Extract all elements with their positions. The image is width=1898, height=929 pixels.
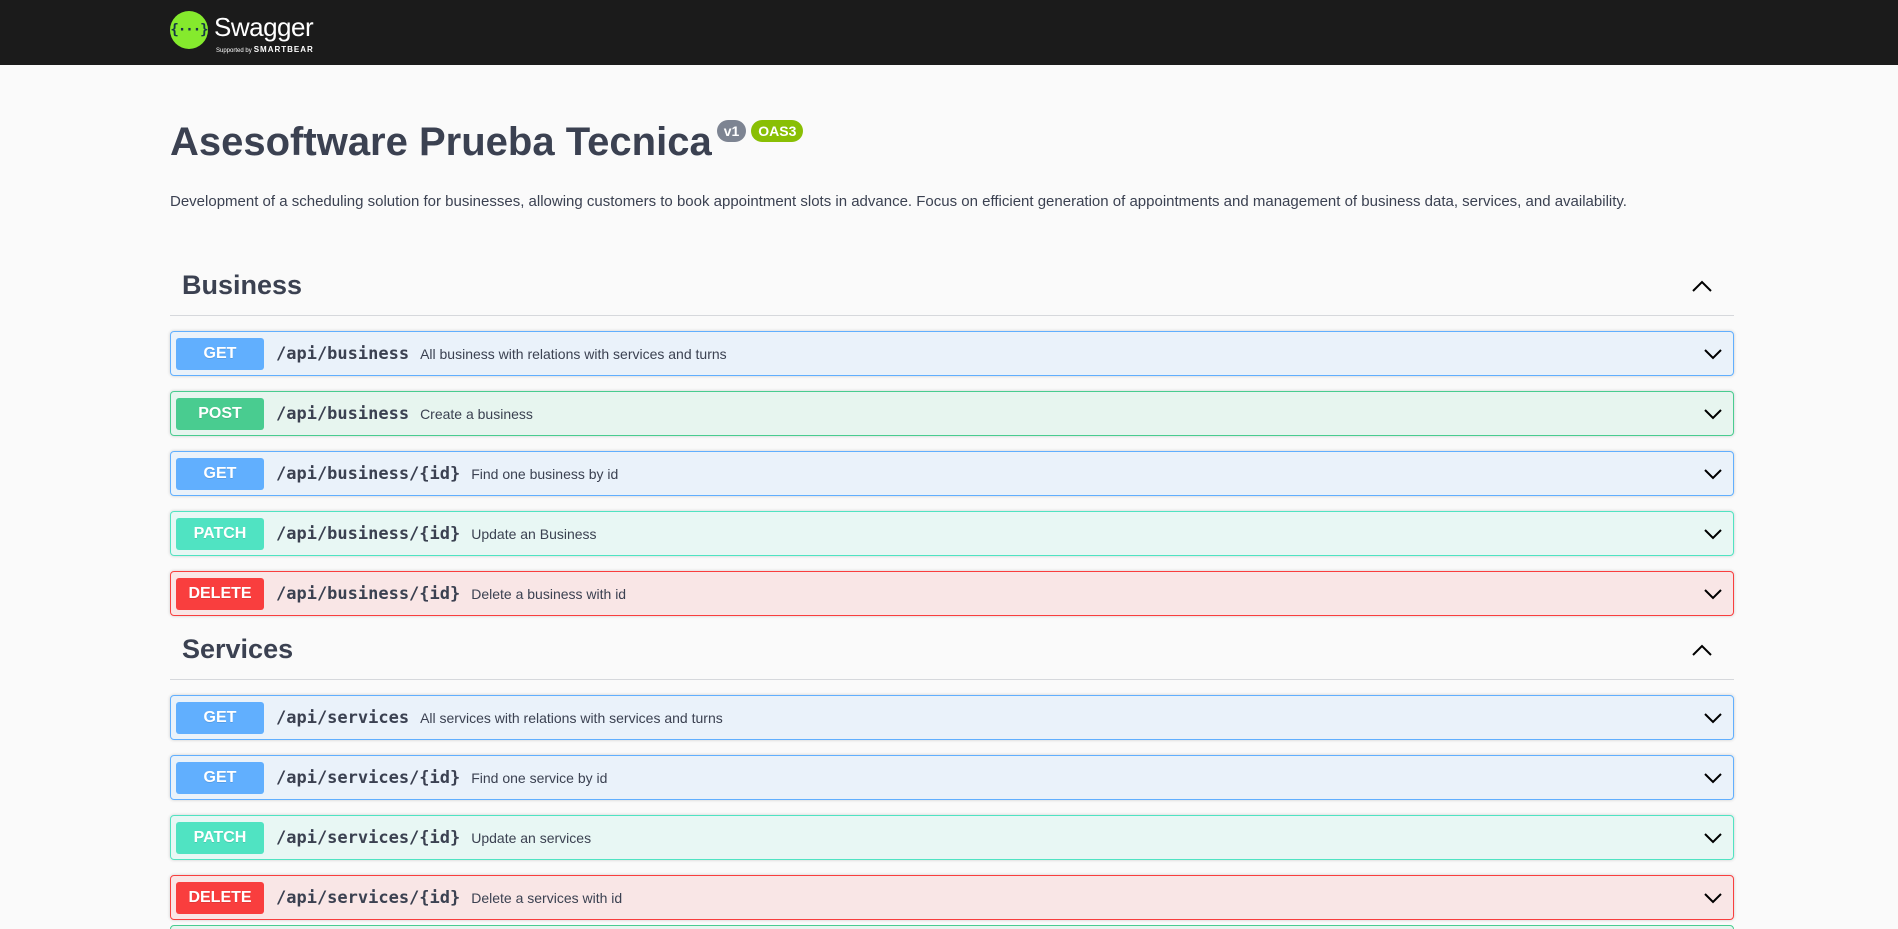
operation-delete-business-id[interactable]: DELETE /api/business/{id} Delete a busin… xyxy=(170,571,1734,616)
logo-supported-by: Supported by SMARTBEAR xyxy=(216,45,314,54)
swagger-logo[interactable]: {···} Swagger Supported by SMARTBEAR xyxy=(170,10,334,54)
version-badge: v1 xyxy=(716,120,747,142)
method-badge: DELETE xyxy=(176,881,264,914)
operation-partial[interactable] xyxy=(170,925,1734,929)
section-services: Services GET /api/services All services … xyxy=(170,620,1734,920)
api-description: Development of a scheduling solution for… xyxy=(170,193,1627,210)
operation-path: /api/services/{id} xyxy=(276,767,461,788)
chevron-down-icon[interactable] xyxy=(1699,400,1727,428)
operation-path: /api/business xyxy=(276,343,410,364)
operation-delete-services-id[interactable]: DELETE /api/services/{id} Delete a servi… xyxy=(170,875,1734,920)
method-badge: GET xyxy=(176,337,264,370)
section-header-business[interactable]: Business xyxy=(170,256,1734,316)
operation-summary: All services with relations with service… xyxy=(420,709,723,726)
chevron-up-icon[interactable] xyxy=(1682,630,1722,670)
section-header-services[interactable]: Services xyxy=(170,620,1734,680)
chevron-down-icon[interactable] xyxy=(1699,704,1727,732)
method-badge: POST xyxy=(176,397,264,430)
operation-summary: Create a business xyxy=(420,405,533,422)
title-row: Asesoftware Prueba Tecnica v1 OAS3 xyxy=(170,110,1730,174)
operation-summary: Delete a services with id xyxy=(471,889,623,906)
method-badge: GET xyxy=(176,761,264,794)
operation-path: /api/services/{id} xyxy=(276,887,461,908)
operation-path: /api/business/{id} xyxy=(276,583,461,604)
section-title: Services xyxy=(182,634,294,664)
method-badge: GET xyxy=(176,701,264,734)
operation-summary: Delete a business with id xyxy=(471,585,627,602)
operation-patch-business-id[interactable]: PATCH /api/business/{id} Update an Busin… xyxy=(170,511,1734,556)
section-title: Business xyxy=(182,270,303,300)
operation-get-business-id[interactable]: GET /api/business/{id} Find one business… xyxy=(170,451,1734,496)
method-badge: GET xyxy=(176,457,264,490)
operation-patch-services-id[interactable]: PATCH /api/services/{id} Update an servi… xyxy=(170,815,1734,860)
chevron-up-icon[interactable] xyxy=(1682,266,1722,306)
api-info: Asesoftware Prueba Tecnica v1 OAS3 Devel… xyxy=(170,110,1730,212)
chevron-down-icon[interactable] xyxy=(1699,884,1727,912)
operation-post-business[interactable]: POST /api/business Create a business xyxy=(170,391,1734,436)
operation-get-services[interactable]: GET /api/services All services with rela… xyxy=(170,695,1734,740)
operation-summary: Update an services xyxy=(471,829,592,846)
method-badge: DELETE xyxy=(176,577,264,610)
operation-path: /api/business/{id} xyxy=(276,523,461,544)
swagger-logo-icon: {···} xyxy=(170,11,209,49)
chevron-down-icon[interactable] xyxy=(1699,340,1727,368)
operation-get-business[interactable]: GET /api/business All business with rela… xyxy=(170,331,1734,376)
chevron-down-icon[interactable] xyxy=(1699,764,1727,792)
operation-summary: Find one business by id xyxy=(471,465,619,482)
oas-badge: OAS3 xyxy=(751,120,804,142)
operation-summary: Update an Business xyxy=(471,525,597,542)
operation-summary: All business with relations with service… xyxy=(420,345,727,362)
chevron-down-icon[interactable] xyxy=(1699,520,1727,548)
chevron-down-icon[interactable] xyxy=(1699,460,1727,488)
chevron-down-icon[interactable] xyxy=(1699,580,1727,608)
page-title: Asesoftware Prueba Tecnica xyxy=(170,120,712,164)
operation-get-services-id[interactable]: GET /api/services/{id} Find one service … xyxy=(170,755,1734,800)
topbar: {···} Swagger Supported by SMARTBEAR xyxy=(0,0,1898,65)
operation-path: /api/services/{id} xyxy=(276,827,461,848)
chevron-down-icon[interactable] xyxy=(1699,824,1727,852)
operation-path: /api/services xyxy=(276,707,410,728)
method-badge: PATCH xyxy=(176,517,264,550)
section-business: Business GET /api/business All business … xyxy=(170,256,1734,616)
method-badge: PATCH xyxy=(176,821,264,854)
logo-text: Swagger Supported by SMARTBEAR xyxy=(214,10,334,54)
operation-path: /api/business/{id} xyxy=(276,463,461,484)
operation-summary: Find one service by id xyxy=(471,769,608,786)
operation-path: /api/business xyxy=(276,403,410,424)
logo-name: Swagger xyxy=(214,12,314,42)
